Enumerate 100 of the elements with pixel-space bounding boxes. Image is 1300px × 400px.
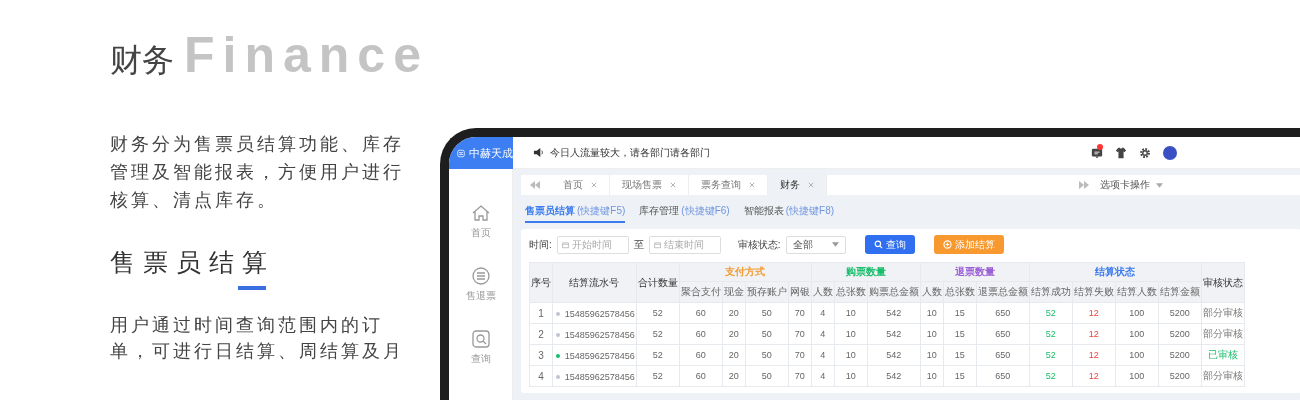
column-header: 结算流水号: [552, 262, 637, 303]
status-cell: 部分审核: [1201, 302, 1245, 324]
status-cell: 部分审核: [1201, 365, 1245, 387]
tab-label: 票务查询: [701, 178, 741, 192]
end-date-field[interactable]: 结束时间: [648, 235, 721, 254]
group-header: 支付方式: [679, 262, 812, 282]
sidebar-item[interactable]: 首页: [470, 203, 491, 240]
table-cell: 52: [1029, 323, 1073, 345]
shirt-icon[interactable]: [1115, 146, 1127, 159]
serial-number: 15485962578456: [564, 308, 635, 319]
table-cell: 4: [811, 344, 835, 366]
column-header: 合计数量: [636, 262, 680, 303]
caret-icon[interactable]: [1156, 182, 1163, 188]
table-cell: 50: [745, 302, 789, 324]
table-cell: 70: [788, 365, 812, 387]
table-cell: 10: [834, 323, 868, 345]
table-cell: 52: [636, 344, 680, 366]
serial-number: 15485962578456: [564, 371, 635, 382]
tab-menu-dropdown[interactable]: 选项卡操作: [1100, 178, 1150, 192]
table-cell: 100: [1115, 323, 1159, 345]
double-right-icon[interactable]: [1078, 181, 1090, 189]
tab-label: 财务: [780, 178, 800, 192]
sub-tab[interactable]: 售票员结算 (快捷键F5): [525, 204, 626, 223]
table-cell: 15: [943, 302, 977, 324]
table-cell: 15: [943, 365, 977, 387]
table-cell: 20: [722, 365, 746, 387]
description-text: 财务分为售票员结算功能、库存管理及智能报表，方便用户进行核算、清点库存。: [110, 133, 405, 212]
serial-number: 15485962578456: [564, 329, 635, 340]
table-cell: 20: [722, 344, 746, 366]
table-cell: 5200: [1158, 365, 1202, 387]
table-cell: 542: [867, 344, 921, 366]
table-cell: 70: [788, 323, 812, 345]
search-button[interactable]: 查询: [864, 235, 915, 254]
table-cell: 12: [1072, 302, 1116, 324]
sidebar-item[interactable]: 售退票: [465, 266, 496, 303]
table-cell: 60: [679, 323, 723, 345]
double-left-icon[interactable]: [529, 181, 541, 189]
sub-tab-label: 智能报表: [743, 204, 784, 218]
close-icon[interactable]: [591, 182, 597, 188]
tab[interactable]: 现场售票: [610, 175, 689, 195]
shortcut-hint: (快捷键F6): [681, 204, 730, 218]
table-cell: 10: [834, 302, 868, 324]
table-cell: 542: [867, 365, 921, 387]
tab[interactable]: 财务: [768, 175, 827, 195]
close-icon[interactable]: [670, 182, 676, 188]
table-cell: 4: [811, 323, 835, 345]
table-cell: 542: [867, 302, 921, 324]
accent-bar: [238, 286, 266, 290]
table-cell: 70: [788, 302, 812, 324]
calendar-icon: [653, 240, 661, 249]
ticket-icon: [470, 266, 491, 286]
table-cell: 5200: [1158, 302, 1202, 324]
table-cell: 15: [943, 344, 977, 366]
column-header: 序号: [529, 262, 553, 303]
table-cell: 50: [745, 323, 789, 345]
table-cell: 650: [976, 365, 1030, 387]
status-label: 审核状态:: [737, 237, 781, 252]
tab-label: 首页: [563, 178, 583, 192]
group-header: 退票数量: [920, 262, 1030, 282]
sidebar-item[interactable]: 查询: [470, 329, 491, 366]
table-cell: 650: [976, 302, 1030, 324]
table-cell: 15: [943, 323, 977, 345]
table-cell: 20: [722, 302, 746, 324]
sub-tab-label: 售票员结算: [525, 204, 575, 218]
table-cell: 50: [745, 344, 789, 366]
avatar[interactable]: [1163, 145, 1177, 160]
table-cell: 50: [745, 365, 789, 387]
table-cell: 650: [976, 344, 1030, 366]
table-cell: 52: [636, 302, 680, 324]
settings-icon[interactable]: [1139, 146, 1151, 159]
shortcut-hint: (快捷键F5): [577, 204, 626, 218]
tab[interactable]: 首页: [551, 175, 610, 195]
column-header: 审核状态: [1201, 262, 1245, 303]
table-cell: 650: [976, 323, 1030, 345]
table-cell: 60: [679, 344, 723, 366]
table-cell: 5200: [1158, 323, 1202, 345]
table-cell: 100: [1115, 365, 1159, 387]
plus-circle-icon: [942, 240, 952, 249]
status-cell: 已审核: [1201, 344, 1245, 366]
close-icon[interactable]: [749, 182, 755, 188]
table-cell: 4: [529, 365, 553, 387]
message-icon[interactable]: [1091, 146, 1103, 159]
table-cell: 52: [636, 365, 680, 387]
tab-label: 现场售票: [622, 178, 662, 192]
table-cell: 1: [529, 302, 553, 324]
home-icon: [470, 203, 491, 223]
sub-tab[interactable]: 库存管理 (快捷键F6): [639, 204, 730, 223]
range-separator: 至: [633, 237, 644, 252]
section-text: 用户通过时间查询范围内的订单，可进行日结算、周结算及月: [110, 314, 405, 363]
close-icon[interactable]: [808, 182, 814, 188]
speaker-icon: [533, 147, 544, 158]
status-select[interactable]: 全部: [785, 235, 846, 254]
start-date-field[interactable]: 开始时间: [556, 235, 629, 254]
group-header: 结算状态: [1029, 262, 1202, 282]
table-cell: 12: [1072, 344, 1116, 366]
table-cell: 52: [1029, 302, 1073, 324]
sub-tab[interactable]: 智能报表 (快捷键F8): [743, 204, 835, 223]
notice-text: 今日人流量较大，请各部门请各部门: [550, 145, 710, 160]
search-icon: [470, 329, 491, 349]
search-icon: [873, 240, 883, 249]
